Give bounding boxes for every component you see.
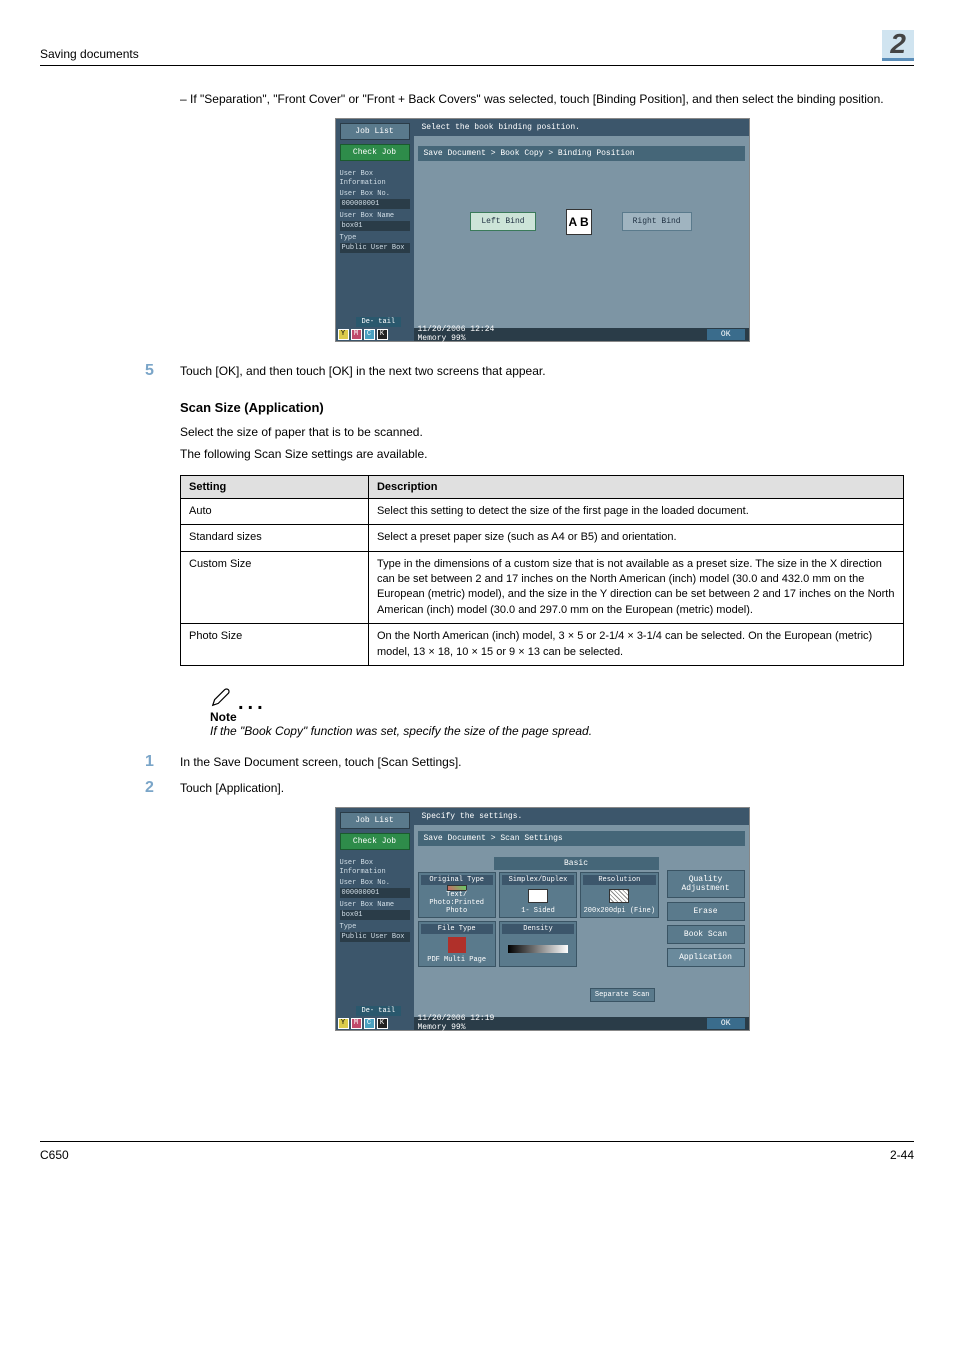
table-row: Type in the dimensions of a custom size … [368,551,903,624]
toner-m: M [351,1018,362,1029]
section-heading-scan-size: Scan Size (Application) [180,400,904,415]
erase-button[interactable]: Erase [667,902,745,921]
userbox-name-2: User Box Namebox01 [340,900,410,920]
table-row: Select this setting to detect the size o… [368,498,903,524]
th-description: Description [368,475,903,498]
table-row: Photo Size [181,624,369,666]
toner-c: C [364,1018,375,1029]
pdf-icon [448,937,466,953]
note-icon [210,686,232,708]
toner-k: K [377,1018,388,1029]
original-type-button[interactable]: Original TypeText/ Photo:Printed Photo [418,872,496,918]
chapter-number: 2 [882,30,914,61]
step-2-number: 2 [145,779,154,797]
step-5-number: 5 [145,362,154,380]
bullet-paragraph: – If "Separation", "Front Cover" or "Fro… [180,91,904,108]
userbox-no-2: User Box No.000000001 [340,878,410,898]
resolution-button[interactable]: Resolution200x200dpi (Fine) [580,872,658,918]
table-row: Auto [181,498,369,524]
paragraph-1: Select the size of paper that is to be s… [180,423,904,441]
footer-status: 11/20/2006 12:24 Memory 99% [418,325,495,343]
settings-table: Setting Description AutoSelect this sett… [180,475,904,666]
userbox-info: User Box Information [340,169,410,187]
file-type-button[interactable]: File TypePDF Multi Page [418,921,496,967]
step-5-text: Touch [OK], and then touch [OK] in the n… [180,362,546,380]
th-setting: Setting [181,475,369,498]
screenshot-binding-position: Job List Check Job User Box Information … [335,118,750,342]
userbox-type-2: TypePublic User Box [340,922,410,942]
application-button[interactable]: Application [667,948,745,967]
detail-button-2[interactable]: De- tail [356,1006,402,1016]
note-label: Note [210,710,904,724]
job-list-button[interactable]: Job List [340,123,410,140]
step-1-number: 1 [145,753,154,771]
check-job-button[interactable]: Check Job [340,144,410,161]
job-list-button-2[interactable]: Job List [340,812,410,829]
header-title: Saving documents [40,47,139,61]
table-row: Standard sizes [181,525,369,551]
table-row: Select a preset paper size (such as A4 o… [368,525,903,551]
table-row: On the North American (inch) model, 3 × … [368,624,903,666]
quality-adjustment-button[interactable]: Quality Adjustment [667,870,745,898]
footer-status-2: 11/20/2006 12:19 Memory 99% [418,1014,495,1032]
simplex-duplex-button[interactable]: Simplex/Duplex1- Sided [499,872,577,918]
book-scan-button[interactable]: Book Scan [667,925,745,944]
check-job-button-2[interactable]: Check Job [340,833,410,850]
detail-button[interactable]: De- tail [356,317,402,327]
basic-tab[interactable]: Basic [494,857,659,870]
step-2-text: Touch [Application]. [180,779,284,797]
note-block: ... Note If the "Book Copy" function was… [210,686,904,738]
userbox-info-2: User Box Information [340,858,410,876]
toner-y: Y [338,329,349,340]
ok-button-2[interactable]: OK [707,1018,745,1029]
instruction-text: Select the book binding position. [414,119,749,136]
instruction-text-2: Specify the settings. [414,808,749,825]
toner-y: Y [338,1018,349,1029]
toner-c: C [364,329,375,340]
breadcrumb: Save Document > Book Copy > Binding Posi… [418,146,745,161]
left-bind-button[interactable]: Left Bind [470,212,535,231]
paragraph-2: The following Scan Size settings are ava… [180,445,904,463]
screenshot-scan-settings: Job List Check Job User Box Information … [335,807,750,1031]
separate-scan-button[interactable]: Separate Scan [590,988,655,1002]
toner-m: M [351,329,362,340]
empty-cell [580,921,658,967]
step-1-text: In the Save Document screen, touch [Scan… [180,753,462,771]
note-text: If the "Book Copy" function was set, spe… [210,724,904,738]
userbox-name: User Box Namebox01 [340,211,410,231]
userbox-type: TypePublic User Box [340,233,410,253]
footer-page: 2-44 [890,1148,914,1162]
footer-model: C650 [40,1148,69,1162]
density-button[interactable]: Density [499,921,577,967]
binding-preview-icon: A B [566,209,592,235]
breadcrumb-2: Save Document > Scan Settings [418,831,745,846]
toner-k: K [377,329,388,340]
table-row: Custom Size [181,551,369,624]
note-dots: ... [238,698,267,708]
right-bind-button[interactable]: Right Bind [622,212,692,231]
ok-button[interactable]: OK [707,329,745,340]
toner-bar: Y M C K [336,328,388,341]
userbox-no: User Box No.000000001 [340,189,410,209]
toner-bar-2: Y M C K [336,1017,388,1030]
